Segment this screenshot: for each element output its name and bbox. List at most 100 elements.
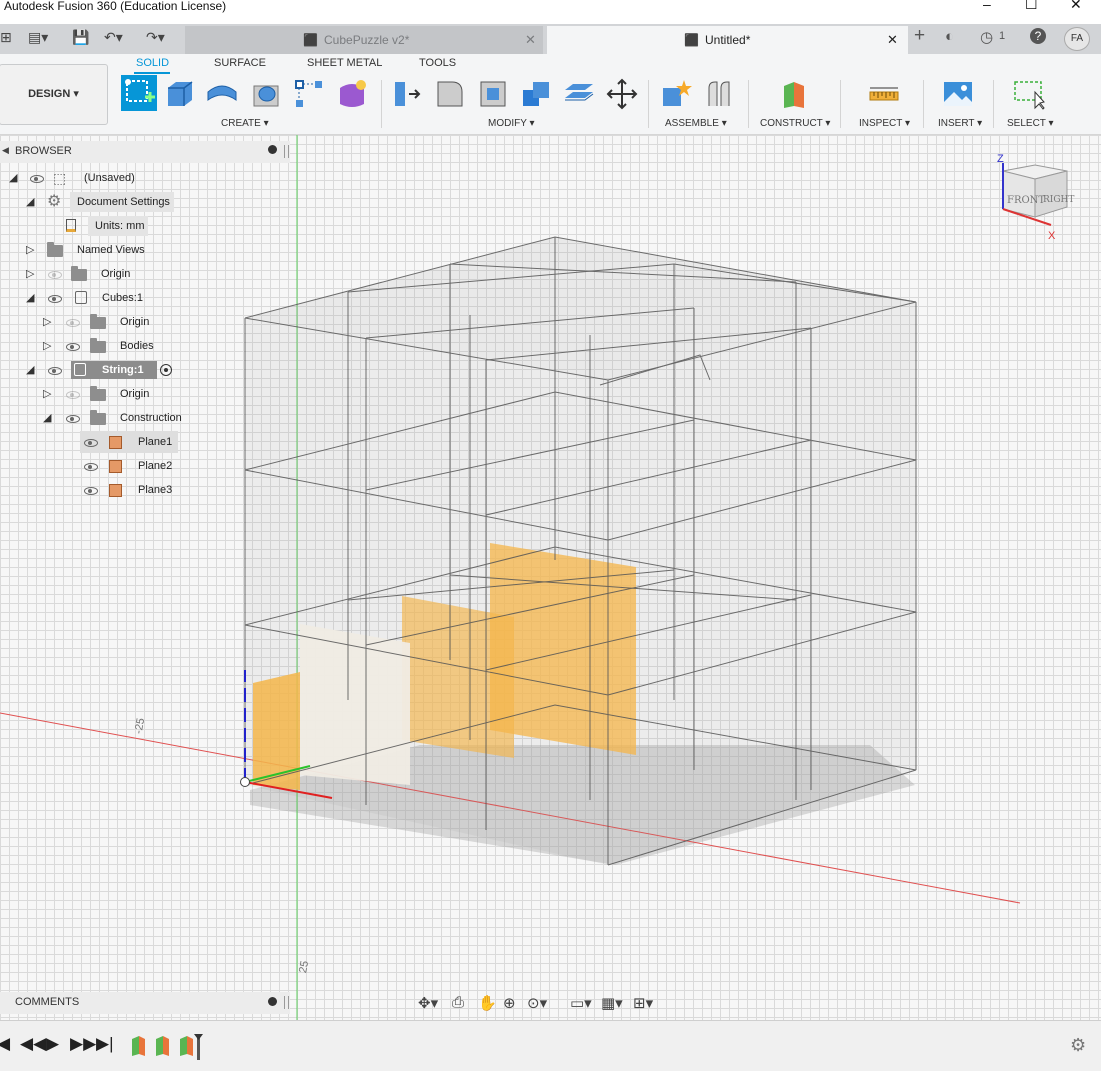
assemble-menu[interactable]: ASSEMBLE ▾ [665, 118, 727, 129]
pan-hand-icon[interactable]: ✋ [478, 994, 497, 1012]
look-at-icon[interactable]: ⎙ [452, 994, 464, 1011]
construct-menu[interactable]: CONSTRUCT ▾ [760, 118, 830, 129]
shell-icon[interactable] [477, 78, 509, 110]
browser-panel-header[interactable]: ◀ BROWSER [0, 141, 290, 163]
tree-item-cubes-origin[interactable]: ▷ Origin [0, 311, 290, 333]
panel-resize-handle[interactable] [284, 145, 289, 158]
extensions-icon[interactable]: ◐ [945, 28, 954, 45]
visibility-eye-icon[interactable] [84, 487, 98, 495]
hole-icon[interactable] [250, 78, 282, 110]
file-menu-icon[interactable]: ▤▾ [28, 29, 48, 46]
expand-triangle-icon[interactable]: ◢ [43, 407, 51, 429]
tab-untitled[interactable]: ⬛ Untitled* ✕ [547, 26, 908, 54]
zoom-window-icon[interactable]: ⊙▾ [527, 994, 547, 1012]
viewcube-right-label[interactable]: RIGHT [1043, 195, 1074, 205]
tree-item-cubes[interactable]: ◢ Cubes:1 [0, 287, 290, 309]
timeline-settings-gear-icon[interactable]: ⚙ [1070, 1035, 1086, 1056]
tab-tools[interactable]: TOOLS [419, 57, 456, 69]
viewcube-front-label[interactable]: FRONT [1007, 195, 1045, 206]
move-copy-icon[interactable] [606, 78, 638, 110]
tree-item-origin[interactable]: ▷ Origin [0, 263, 290, 285]
expand-triangle-icon[interactable]: ▷ [43, 335, 51, 357]
insert-image-icon[interactable] [942, 78, 974, 110]
help-icon[interactable]: ? [1030, 28, 1046, 44]
new-component-icon[interactable] [660, 78, 692, 110]
tab-cubepuzzle[interactable]: ⬛ CubePuzzle v2* ✕ [185, 26, 543, 54]
go-to-start-icon[interactable]: ◀ [0, 1034, 10, 1054]
measure-icon[interactable] [868, 78, 900, 110]
expand-triangle-icon[interactable]: ▷ [26, 263, 34, 285]
combine-icon[interactable] [520, 78, 552, 110]
visibility-eye-icon[interactable] [66, 415, 80, 423]
grid-settings-icon[interactable]: ▦▾ [601, 994, 623, 1012]
modify-menu[interactable]: MODIFY ▾ [488, 118, 535, 129]
inspect-menu[interactable]: INSPECT ▾ [859, 118, 910, 129]
offset-plane-icon[interactable] [780, 78, 812, 110]
fillet-icon[interactable] [434, 78, 466, 110]
pattern-icon[interactable] [293, 78, 325, 110]
play-icon[interactable]: ▶ [46, 1034, 59, 1054]
expand-triangle-icon[interactable]: ◢ [26, 359, 34, 381]
step-forward-icon[interactable]: ▶▶ [70, 1034, 96, 1054]
panel-pin-icon[interactable] [268, 145, 277, 154]
job-status-icon[interactable]: ◷ [980, 28, 993, 46]
insert-menu[interactable]: INSERT ▾ [938, 118, 982, 129]
tree-item-construction[interactable]: ◢ Construction [0, 407, 290, 429]
data-panel-grid-icon[interactable]: ⊞ [0, 29, 12, 46]
close-tab-icon[interactable]: ✕ [525, 26, 536, 54]
create-form-icon[interactable] [336, 78, 368, 110]
comments-panel-header[interactable]: COMMENTS [0, 992, 290, 1014]
tab-solid[interactable]: SOLID [136, 57, 169, 69]
tree-item-plane1[interactable]: Plane1 [0, 431, 290, 453]
close-tab-icon[interactable]: ✕ [887, 26, 898, 54]
panel-resize-handle[interactable] [284, 996, 289, 1009]
save-icon[interactable]: 💾 [72, 29, 89, 46]
expand-triangle-icon[interactable]: ◢ [26, 191, 34, 213]
visibility-eye-icon[interactable] [48, 367, 62, 375]
tree-item-plane2[interactable]: Plane2 [0, 455, 290, 477]
user-avatar[interactable]: FA [1064, 27, 1090, 51]
visibility-eye-icon[interactable] [84, 463, 98, 471]
maximize-button[interactable]: ☐ [1025, 0, 1038, 13]
tree-item-root[interactable]: ◢ ⬚ (Unsaved) [0, 167, 290, 189]
tree-item-string-active[interactable]: ◢ String:1 [0, 359, 290, 381]
hidden-eye-icon[interactable] [66, 319, 80, 327]
visibility-eye-icon[interactable] [30, 175, 44, 183]
add-comment-icon[interactable] [268, 997, 277, 1006]
zoom-icon[interactable]: ⊕ [503, 994, 516, 1012]
display-settings-icon[interactable]: ▭▾ [570, 994, 592, 1012]
go-to-end-icon[interactable]: ▶| [96, 1034, 114, 1054]
expand-triangle-icon[interactable]: ▷ [26, 239, 34, 261]
replace-face-icon[interactable] [563, 78, 595, 110]
expand-triangle-icon[interactable]: ◢ [9, 167, 17, 189]
tab-sheet-metal[interactable]: SHEET METAL [307, 57, 382, 69]
visibility-eye-icon[interactable] [66, 343, 80, 351]
viewports-icon[interactable]: ⊞▾ [633, 994, 653, 1012]
tab-surface[interactable]: SURFACE [214, 57, 266, 69]
tree-item-plane3[interactable]: Plane3 [0, 479, 290, 501]
undo-icon[interactable]: ↶▾ [104, 29, 123, 46]
create-menu[interactable]: CREATE ▾ [221, 118, 269, 129]
expand-triangle-icon[interactable]: ▷ [43, 311, 51, 333]
tree-item-named-views[interactable]: ▷ Named Views [0, 239, 290, 261]
tree-item-document-settings[interactable]: ◢ ⚙ Document Settings [0, 191, 290, 213]
create-sketch-icon[interactable] [120, 74, 158, 112]
select-menu[interactable]: SELECT ▾ [1007, 118, 1054, 129]
expand-triangle-icon[interactable]: ◢ [26, 287, 34, 309]
viewcube[interactable]: FRONT RIGHT Z X [995, 153, 1075, 242]
tree-item-bodies[interactable]: ▷ Bodies [0, 335, 290, 357]
step-back-icon[interactable]: ◀◀ [20, 1034, 46, 1054]
collapse-triangle-icon[interactable]: ◀ [2, 145, 9, 156]
minimize-button[interactable]: – [983, 0, 991, 12]
orbit-icon[interactable]: ✥▾ [418, 994, 438, 1012]
joint-icon[interactable] [703, 78, 735, 110]
close-window-button[interactable]: ✕ [1070, 0, 1082, 13]
expand-triangle-icon[interactable]: ▷ [43, 383, 51, 405]
tree-item-units[interactable]: Units: mm [0, 215, 290, 237]
window-select-icon[interactable] [1013, 78, 1045, 110]
visibility-eye-icon[interactable] [48, 295, 62, 303]
workspace-switcher[interactable]: DESIGN ▾ [0, 64, 108, 125]
press-pull-icon[interactable] [391, 78, 423, 110]
add-tab-icon[interactable]: + [914, 25, 925, 47]
timeline-features[interactable] [131, 1034, 211, 1060]
